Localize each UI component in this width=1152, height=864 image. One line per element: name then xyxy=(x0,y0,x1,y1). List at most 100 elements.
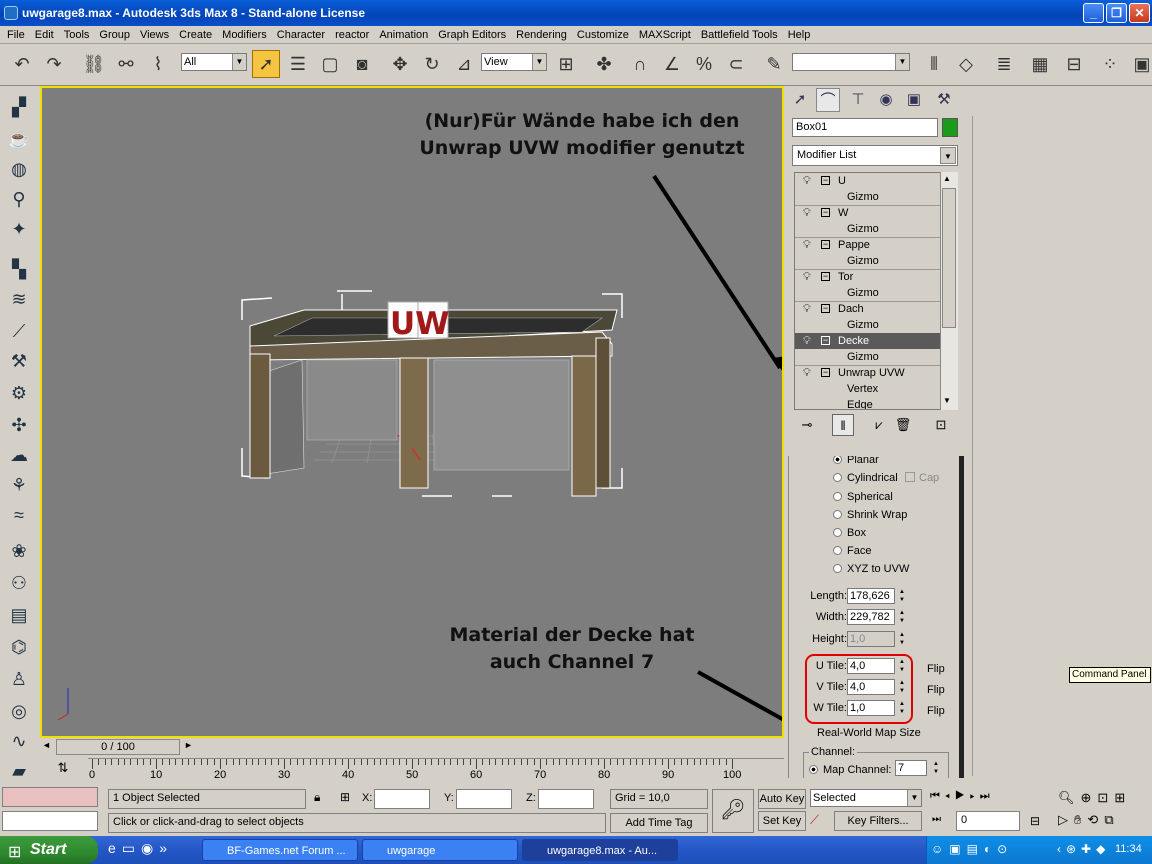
menu-tools[interactable]: Tools xyxy=(59,29,95,41)
object-name-field[interactable]: Box01 xyxy=(792,118,938,137)
star-icon[interactable]: ✦ xyxy=(6,216,32,242)
make-unique-icon[interactable]: ⩗ xyxy=(868,414,890,436)
manipulate-icon[interactable]: ✤ xyxy=(590,50,618,78)
lightbulb-icon[interactable]: 💡︎ xyxy=(803,269,811,285)
max-logo-icon[interactable]: ▰ xyxy=(6,758,32,784)
angle-snap-icon[interactable]: ∠ xyxy=(658,50,686,78)
minimize-button[interactable]: _ xyxy=(1083,3,1104,23)
scroll-up-icon[interactable]: ▲ xyxy=(943,174,951,183)
next-frame-icon[interactable]: ▸ xyxy=(970,790,980,802)
menu-maxscript[interactable]: MAXScript xyxy=(634,29,696,41)
stack-item-u[interactable]: 💡︎ − U xyxy=(795,173,941,189)
unlink-icon[interactable]: ⚯ xyxy=(112,50,140,78)
time-slider-thumb[interactable]: 0 / 100 xyxy=(56,739,180,755)
spinner-arrows-icon[interactable]: ▲ ▼ xyxy=(897,631,907,647)
menu-views[interactable]: Views xyxy=(135,29,174,41)
current-frame-field[interactable]: 0 xyxy=(956,811,1020,831)
task-uwgarage-folder[interactable]: uwgarage xyxy=(362,839,518,861)
checker-icon[interactable]: ▚ xyxy=(6,256,32,282)
width-input[interactable]: 229,782 xyxy=(847,609,895,625)
menu-create[interactable]: Create xyxy=(174,29,217,41)
menu-rendering[interactable]: Rendering xyxy=(511,29,572,41)
more-icon[interactable]: » xyxy=(159,840,173,856)
collapse-icon[interactable]: − xyxy=(821,272,830,281)
radio-face[interactable]: Face xyxy=(833,545,871,557)
collapse-icon[interactable]: − xyxy=(821,368,830,377)
goto-end-icon[interactable]: ⏭ xyxy=(980,790,995,802)
spinner-arrows-icon[interactable]: ▲ ▼ xyxy=(897,700,907,716)
prev-frame-icon[interactable]: ◂ xyxy=(945,790,955,802)
radio-shrink-wrap[interactable]: Shrink Wrap xyxy=(833,509,907,521)
stack-subitem-gizmo[interactable]: Gizmo xyxy=(795,253,941,269)
lock-icon[interactable]: 🔒︎ xyxy=(314,790,320,805)
cap-checkbox[interactable]: Cap xyxy=(905,472,939,484)
lightbulb-icon[interactable]: 💡︎ xyxy=(803,333,811,349)
perspective-viewport[interactable]: UW (Nur)Für Wände habe ich den Unwrap UV… xyxy=(40,86,788,738)
spinner-arrows-icon[interactable]: ▲ ▼ xyxy=(897,588,907,604)
select-by-name-icon[interactable]: ☰ xyxy=(284,50,312,78)
menu-battlefield-tools[interactable]: Battlefield Tools xyxy=(696,29,783,41)
lightbulb-icon[interactable]: 💡︎ xyxy=(803,237,811,253)
menu-animation[interactable]: Animation xyxy=(374,29,433,41)
time-prev-icon[interactable]: ◄ xyxy=(42,740,51,750)
rotate-icon[interactable]: ↻ xyxy=(418,50,446,78)
maxscript-input-mini[interactable] xyxy=(2,811,98,831)
display-tab-icon[interactable]: ▣ xyxy=(902,88,926,112)
firefox-icon[interactable]: ◉ xyxy=(141,840,159,856)
lightbulb-icon[interactable]: 💡︎ xyxy=(803,173,811,189)
zoom-extents-icon[interactable]: ⊡ xyxy=(1097,790,1114,805)
cloud-icon[interactable]: ☁ xyxy=(6,442,32,468)
tray-icons[interactable]: ☺▣▤◐⊙ xyxy=(931,842,1013,856)
pivot-center-icon[interactable]: ⊞ xyxy=(552,50,580,78)
task-3dsmax[interactable]: uwgarage8.max - Au... xyxy=(522,839,678,861)
collapse-icon[interactable]: − xyxy=(821,208,830,217)
pin-stack-icon[interactable]: ⊸ xyxy=(796,414,818,436)
lightbulb-icon[interactable]: 💡︎ xyxy=(803,365,811,381)
show-end-result-icon[interactable]: ‖ xyxy=(832,414,854,436)
redo-icon[interactable]: ↷ xyxy=(40,50,68,78)
menu-reactor[interactable]: reactor xyxy=(330,29,374,41)
spinner-arrows-icon[interactable]: ▲ ▼ xyxy=(897,609,907,625)
stack-subitem-gizmo[interactable]: Gizmo xyxy=(795,285,941,301)
menu-graph-editors[interactable]: Graph Editors xyxy=(433,29,511,41)
wheel-icon[interactable]: ◎ xyxy=(6,698,32,724)
move-icon[interactable]: ✥ xyxy=(386,50,414,78)
stack-scrollbar[interactable]: ▲ ▼ xyxy=(940,172,958,410)
maximize-button[interactable]: ❐ xyxy=(1106,3,1127,23)
v-tile-input[interactable]: 4,0 xyxy=(847,679,895,695)
light-icon[interactable]: ⚲ xyxy=(6,186,32,212)
menu-help[interactable]: Help xyxy=(783,29,816,41)
collapse-icon[interactable]: − xyxy=(821,240,830,249)
arc-rotate-icon[interactable]: ⟲ xyxy=(1087,812,1104,827)
length-input[interactable]: 178,626 xyxy=(847,588,895,604)
desktop-icon[interactable]: ▭ xyxy=(122,840,141,856)
remove-modifier-icon[interactable]: 🗑︎ xyxy=(892,414,914,436)
field-of-view-icon[interactable]: ▷ xyxy=(1058,812,1074,827)
x-coord-field[interactable] xyxy=(374,789,430,809)
curve-editor-icon[interactable]: ▦ xyxy=(1026,50,1054,78)
time-next-icon[interactable]: ► xyxy=(184,740,193,750)
stack-item-decke[interactable]: 💡︎ − Decke xyxy=(795,333,941,349)
map-channel-input[interactable]: 7 xyxy=(895,760,927,776)
collapse-icon[interactable]: − xyxy=(821,176,830,185)
knot-icon[interactable]: ❀ xyxy=(6,538,32,564)
u-flip-checkbox[interactable]: Flip xyxy=(927,663,945,675)
play-icon[interactable]: ▶ xyxy=(955,790,970,802)
stack-item-tor[interactable]: 💡︎ − Tor xyxy=(795,269,941,285)
snap-toggle-icon[interactable]: ∩ xyxy=(626,50,654,78)
hair-icon[interactable]: ⌬ xyxy=(6,634,32,660)
mirror-icon[interactable]: ⫴ xyxy=(920,50,948,78)
select-object-icon[interactable]: ➚ xyxy=(252,50,280,78)
zoom-all-icon[interactable]: ⊕ xyxy=(1081,790,1098,805)
schematic-view-icon[interactable]: ⊟ xyxy=(1060,50,1088,78)
layers-icon[interactable]: ≋ xyxy=(6,286,32,312)
create-tab-icon[interactable]: ➚ xyxy=(788,88,812,112)
v-flip-checkbox[interactable]: Flip xyxy=(927,684,945,696)
rollout-scrollbar[interactable] xyxy=(959,456,964,778)
real-world-map-size-checkbox[interactable]: Real-World Map Size xyxy=(817,727,921,739)
stack-subitem-gizmo[interactable]: Gizmo xyxy=(795,189,941,205)
rope-icon[interactable]: ∿ xyxy=(6,728,32,754)
biped-icon[interactable]: ⚇ xyxy=(6,570,32,596)
time-config-icon[interactable]: ⊟ xyxy=(1030,814,1040,828)
tray-icons-secondary[interactable]: ‹⊛✚◆ xyxy=(1057,842,1110,856)
